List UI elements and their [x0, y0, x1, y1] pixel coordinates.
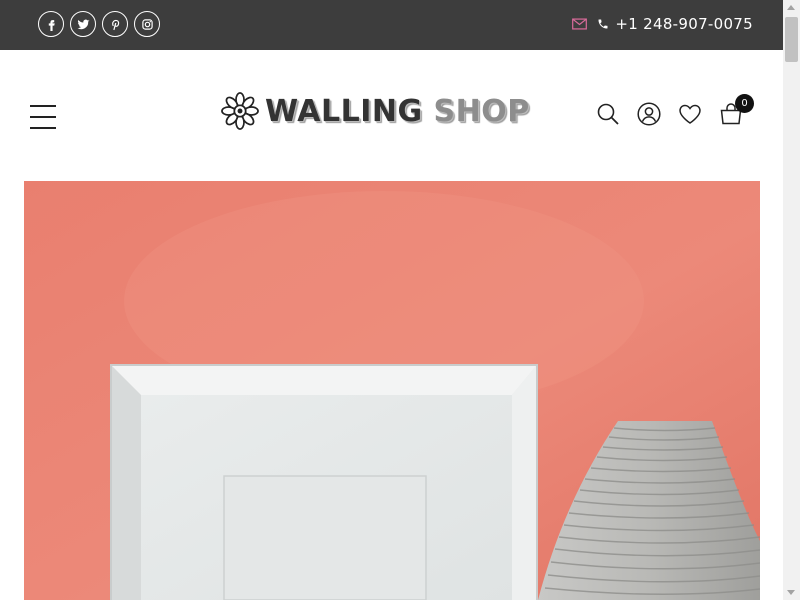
logo-text: WALLING SHOP	[265, 94, 530, 129]
hero-banner[interactable]	[24, 181, 760, 600]
top-bar: +1 248-907-0075	[0, 0, 783, 50]
twitter-icon	[77, 19, 89, 29]
site-logo[interactable]: WALLING SHOP	[221, 92, 530, 130]
pinterest-button[interactable]	[102, 11, 128, 37]
facebook-icon	[48, 19, 55, 31]
instagram-icon	[141, 18, 153, 30]
cart-count-badge: 0	[735, 94, 754, 113]
phone-icon	[598, 19, 608, 29]
phone-number: +1 248-907-0075	[615, 15, 753, 33]
scroll-down-arrow-icon[interactable]	[787, 590, 795, 595]
logo-word-shop: SHOP	[433, 93, 530, 129]
phone-link[interactable]: +1 248-907-0075	[597, 15, 753, 33]
hamburger-menu-icon[interactable]	[30, 105, 56, 129]
scroll-up-arrow-icon[interactable]	[787, 5, 795, 10]
facebook-button[interactable]	[38, 11, 64, 37]
envelope-icon[interactable]	[572, 18, 588, 30]
scroll-thumb[interactable]	[785, 17, 798, 62]
vertical-scrollbar[interactable]	[783, 0, 800, 600]
pinterest-icon	[111, 19, 119, 30]
picture-frame	[110, 364, 538, 600]
user-icon[interactable]	[637, 102, 661, 126]
header-actions: 0	[596, 94, 754, 126]
logo-word-walling: WALLING	[265, 93, 423, 129]
site-header: WALLING SHOP 0	[0, 50, 783, 181]
social-links	[38, 11, 160, 37]
heart-icon[interactable]	[678, 102, 702, 126]
twitter-button[interactable]	[70, 11, 96, 37]
contact-info: +1 248-907-0075	[572, 15, 753, 33]
instagram-button[interactable]	[134, 11, 160, 37]
search-icon[interactable]	[596, 102, 620, 126]
cart-icon[interactable]: 0	[719, 94, 754, 126]
hero-image	[24, 181, 760, 600]
flower-logo-icon	[221, 92, 259, 130]
